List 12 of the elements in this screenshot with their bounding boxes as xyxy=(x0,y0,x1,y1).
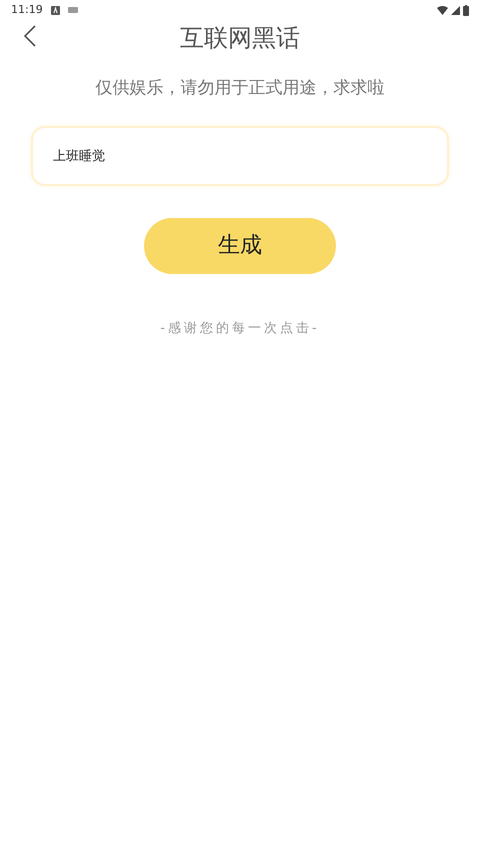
battery-icon xyxy=(463,4,469,16)
page-title: 互联网黑话 xyxy=(180,23,300,54)
back-icon xyxy=(24,25,36,47)
notice-text: 仅供娱乐，请勿用于正式用途，求求啦 xyxy=(94,77,386,100)
footer-text: -感谢您的每一次点击- xyxy=(159,320,321,338)
input-field[interactable]: 上班睡觉 xyxy=(31,126,449,186)
signal-icon xyxy=(451,6,460,14)
wifi-icon xyxy=(437,6,448,14)
notification-icon xyxy=(68,7,78,13)
generate-button[interactable]: 生成 xyxy=(144,218,336,274)
status-time: 11:19 xyxy=(11,2,43,18)
notification-icon xyxy=(50,6,60,14)
